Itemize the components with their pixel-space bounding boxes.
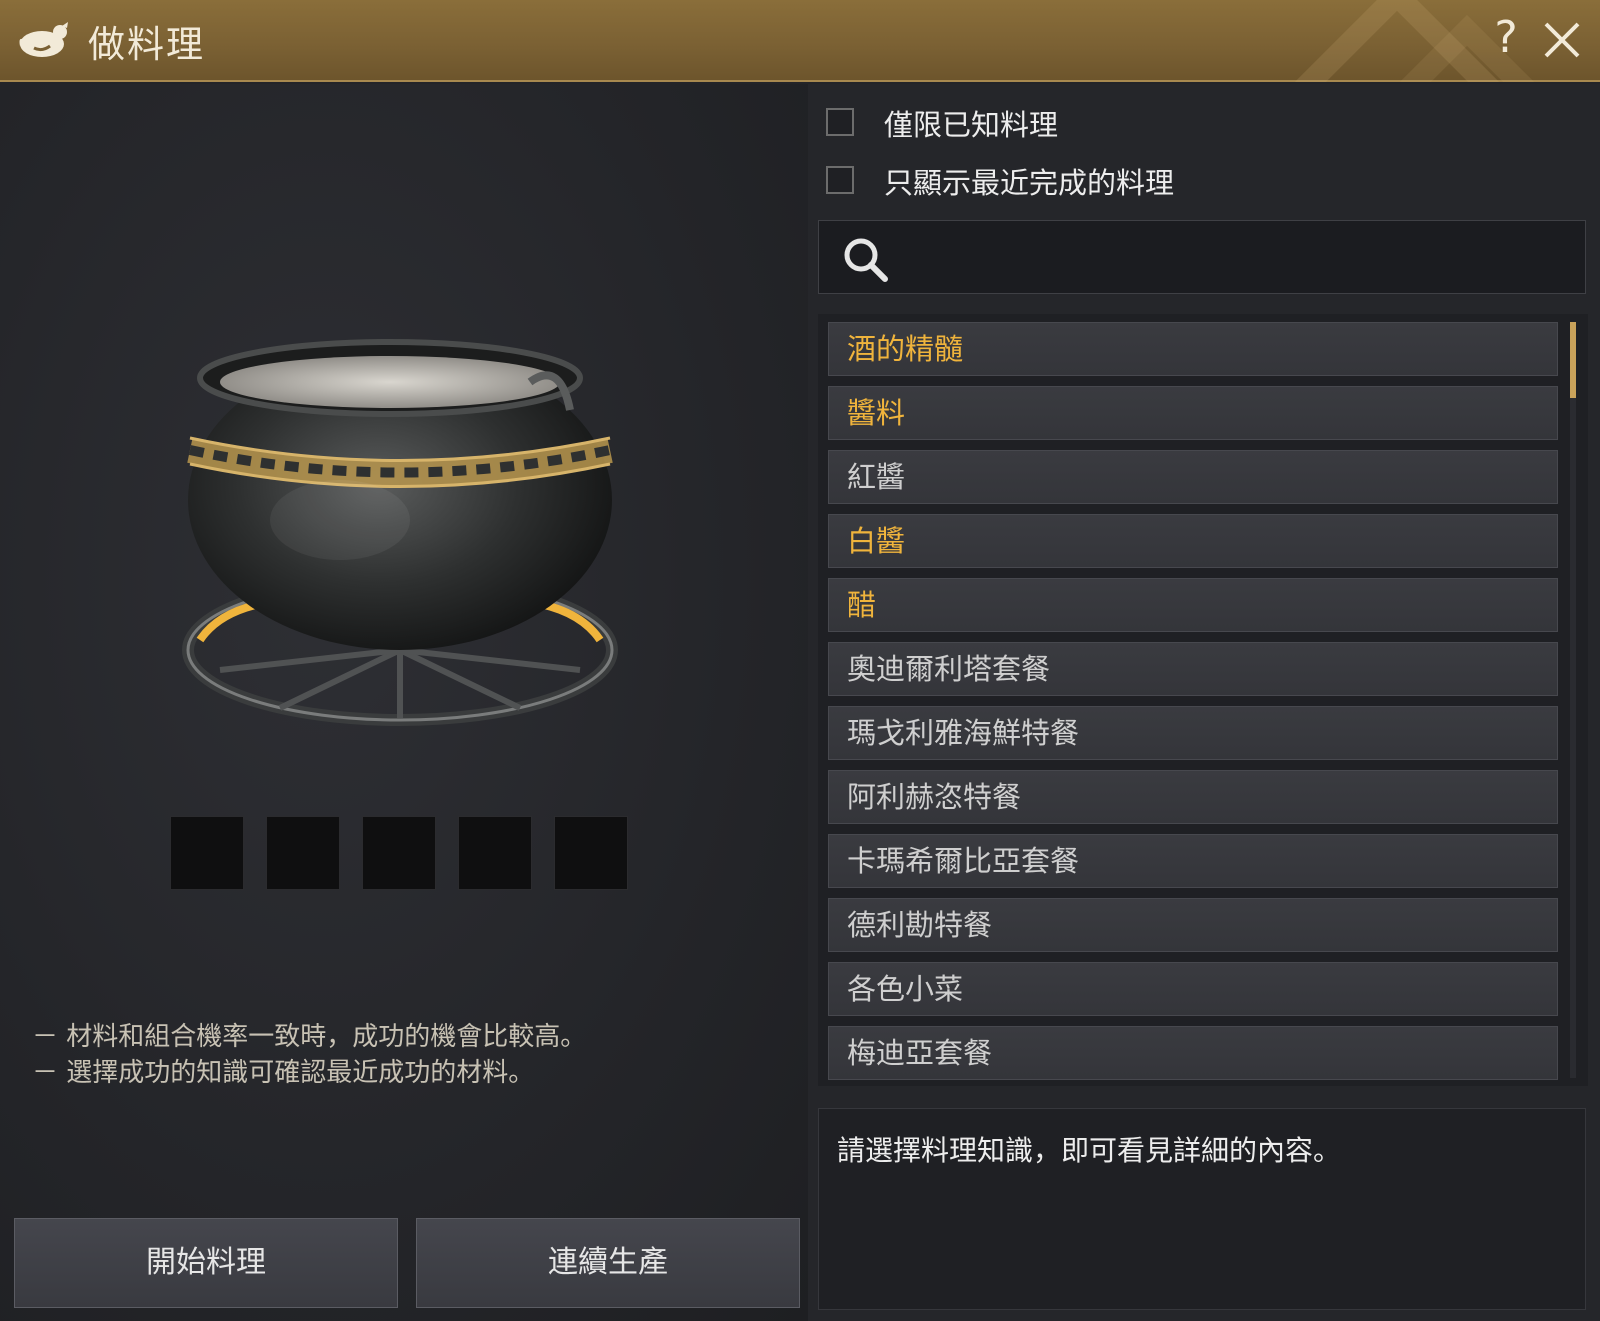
ingredient-slot[interactable] — [362, 816, 436, 890]
list-item[interactable]: 各色小菜 — [828, 962, 1558, 1016]
list-item[interactable]: 卡瑪希爾比亞套餐 — [828, 834, 1558, 888]
search-box[interactable] — [818, 220, 1586, 294]
list-item[interactable]: 梅迪亞套餐 — [828, 1026, 1558, 1080]
recipe-detail-box: 請選擇料理知識，即可看見詳細的內容。 — [818, 1108, 1586, 1310]
search-input[interactable] — [909, 229, 1573, 287]
title-bar: 做料理 ? — [0, 0, 1600, 82]
window-title: 做料理 — [88, 23, 205, 66]
ingredient-slots — [170, 816, 630, 892]
help-button[interactable]: ? — [1488, 12, 1524, 63]
list-item[interactable]: 酒的精髓 — [828, 322, 1558, 376]
list-item[interactable]: 紅醬 — [828, 450, 1558, 504]
start-cooking-button[interactable]: 開始料理 — [14, 1218, 398, 1308]
ingredient-slot[interactable] — [266, 816, 340, 890]
ingredient-slot[interactable] — [170, 816, 244, 890]
recipe-list: 酒的精髓 醬料 紅醬 白醬 醋 奧迪爾利塔套餐 瑪戈利雅海鮮特餐 阿利赫恣特餐 … — [818, 314, 1588, 1086]
list-item[interactable]: 白醬 — [828, 514, 1558, 568]
list-item[interactable]: 德利勘特餐 — [828, 898, 1558, 952]
list-item[interactable]: 阿利赫恣特餐 — [828, 770, 1558, 824]
filter-checkbox[interactable] — [826, 108, 854, 136]
hint-text: － 材料和組合機率一致時，成功的機會比較高。 — [32, 1022, 587, 1052]
search-icon — [844, 238, 888, 282]
hint-text: － 選擇成功的知識可確認最近成功的材料。 — [32, 1058, 535, 1088]
filter-label: 僅限已知料理 — [884, 108, 1059, 142]
detail-text: 請選擇料理知識，即可看見詳細的內容。 — [837, 1134, 1342, 1167]
cooking-pot-icon — [182, 339, 618, 726]
chicken-icon — [19, 22, 68, 57]
list-item[interactable]: 奧迪爾利塔套餐 — [828, 642, 1558, 696]
list-item[interactable]: 醬料 — [828, 386, 1558, 440]
scrollbar-track[interactable] — [1570, 322, 1576, 1078]
filter-checkbox[interactable] — [826, 166, 854, 194]
ingredient-slot[interactable] — [554, 816, 628, 890]
close-icon[interactable] — [1540, 14, 1584, 64]
scrollbar-thumb[interactable] — [1570, 322, 1576, 398]
list-item[interactable]: 醋 — [828, 578, 1558, 632]
continuous-production-button[interactable]: 連續生產 — [416, 1218, 800, 1308]
filter-label: 只顯示最近完成的料理 — [884, 166, 1175, 200]
list-item[interactable]: 瑪戈利雅海鮮特餐 — [828, 706, 1558, 760]
ingredient-slot[interactable] — [458, 816, 532, 890]
